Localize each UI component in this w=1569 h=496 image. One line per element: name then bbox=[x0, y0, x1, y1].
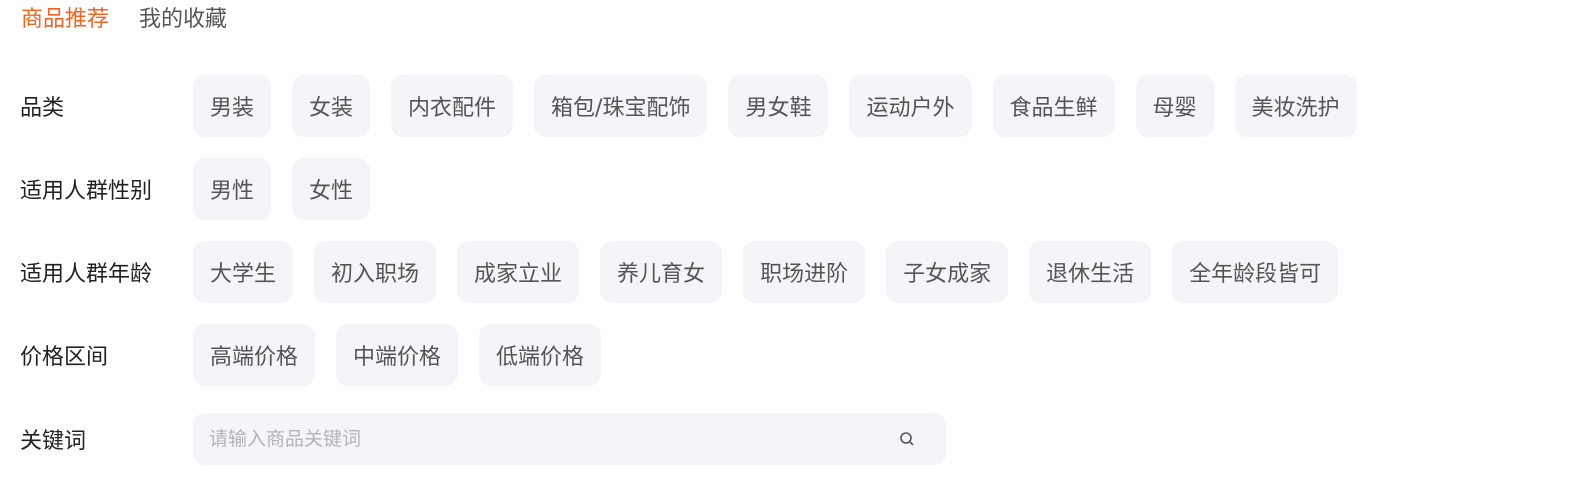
gender-option-female[interactable]: 女性 bbox=[292, 158, 371, 220]
category-option-fresh-food[interactable]: 食品生鲜 bbox=[992, 75, 1115, 137]
price-options: 高端价格 中端价格 低端价格 bbox=[193, 324, 602, 386]
age-option-settle-down[interactable]: 成家立业 bbox=[457, 241, 580, 303]
category-label: 品类 bbox=[20, 96, 65, 121]
category-option-menswear[interactable]: 男装 bbox=[193, 75, 272, 137]
category-option-mother-baby[interactable]: 母婴 bbox=[1135, 75, 1214, 137]
age-option-college[interactable]: 大学生 bbox=[193, 241, 294, 303]
category-option-underwear-accessories[interactable]: 内衣配件 bbox=[391, 75, 514, 137]
search-icon[interactable] bbox=[898, 430, 916, 448]
price-option-low[interactable]: 低端价格 bbox=[479, 324, 602, 386]
gender-option-male[interactable]: 男性 bbox=[193, 158, 272, 220]
product-filter-panel: 商品推荐 我的收藏 品类 男装 女装 内衣配件 箱包/珠宝配饰 男女鞋 运动户外… bbox=[0, 0, 1569, 496]
tab-product-recommendation[interactable]: 商品推荐 bbox=[21, 4, 109, 36]
keyword-search-box bbox=[193, 413, 946, 465]
price-option-high[interactable]: 高端价格 bbox=[193, 324, 316, 386]
category-option-shoes[interactable]: 男女鞋 bbox=[728, 75, 829, 137]
age-options: 大学生 初入职场 成家立业 养儿育女 职场进阶 子女成家 退休生活 全年龄段皆可 bbox=[193, 241, 1339, 303]
tab-bar: 商品推荐 我的收藏 bbox=[21, 4, 227, 36]
price-option-mid[interactable]: 中端价格 bbox=[336, 324, 459, 386]
tab-my-favorites[interactable]: 我的收藏 bbox=[139, 4, 227, 36]
category-option-bags-jewelry[interactable]: 箱包/珠宝配饰 bbox=[534, 75, 708, 137]
age-option-retired[interactable]: 退休生活 bbox=[1029, 241, 1152, 303]
category-options: 男装 女装 内衣配件 箱包/珠宝配饰 男女鞋 运动户外 食品生鲜 母婴 美妆洗护 bbox=[193, 75, 1357, 137]
price-label: 价格区间 bbox=[20, 345, 109, 370]
age-option-children-married[interactable]: 子女成家 bbox=[886, 241, 1009, 303]
age-option-new-career[interactable]: 初入职场 bbox=[314, 241, 437, 303]
age-option-career-advance[interactable]: 职场进阶 bbox=[743, 241, 866, 303]
gender-options: 男性 女性 bbox=[193, 158, 371, 220]
category-option-sports-outdoor[interactable]: 运动户外 bbox=[849, 75, 972, 137]
keyword-label: 关键词 bbox=[20, 429, 87, 454]
age-label: 适用人群年龄 bbox=[20, 262, 153, 287]
category-option-beauty-care[interactable]: 美妆洗护 bbox=[1234, 75, 1357, 137]
age-option-parenting[interactable]: 养儿育女 bbox=[600, 241, 723, 303]
keyword-search-input[interactable] bbox=[209, 419, 898, 459]
gender-label: 适用人群性别 bbox=[20, 179, 153, 204]
age-option-all-ages[interactable]: 全年龄段皆可 bbox=[1172, 241, 1339, 303]
category-option-womenswear[interactable]: 女装 bbox=[292, 75, 371, 137]
